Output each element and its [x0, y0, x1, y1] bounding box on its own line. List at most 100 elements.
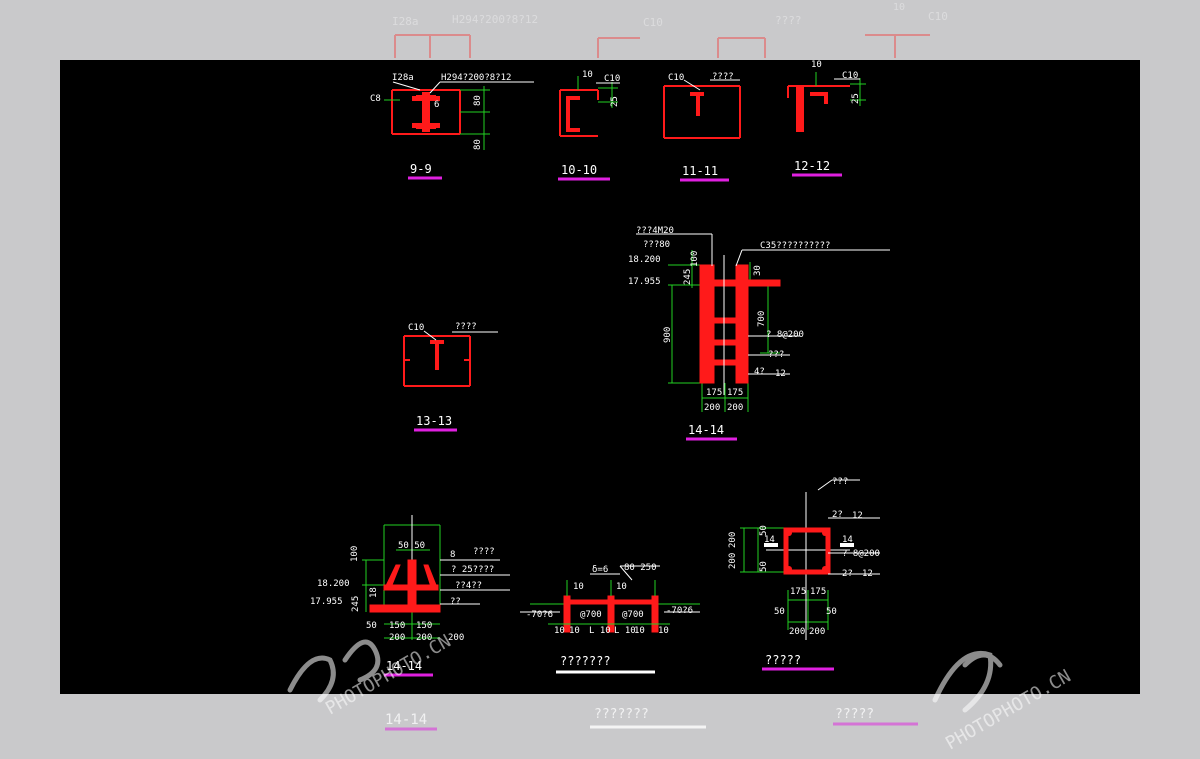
label-14b-d: ?? — [450, 597, 461, 607]
ghost-bottom-layer: 14-14 ??????? ????? — [385, 707, 918, 731]
ghost-label-a: I28a — [392, 15, 419, 28]
dim-14b-100: 100 — [350, 546, 360, 562]
plate-n3: 10 — [554, 626, 565, 636]
dim-14b-200c: 200 — [448, 633, 464, 643]
ghost-label-c: C10 — [643, 16, 663, 29]
label-13-a: C10 — [408, 323, 424, 333]
dim-14t-175b: 175 — [727, 388, 743, 398]
ghost-title-c: ????? — [835, 707, 874, 722]
label-14t-12: 12 — [775, 369, 786, 379]
dim-9-a: 80 — [473, 95, 483, 106]
plate-spacing-a: @700 — [580, 610, 602, 620]
label-14t-plate: ???80 — [643, 240, 670, 250]
ghost-label-f: C10 — [928, 10, 948, 23]
dim-14t-200b: 200 — [727, 403, 743, 413]
plate-member-b: -70?6 — [666, 606, 693, 616]
dim-9-b: 80 — [473, 139, 483, 150]
plate-dims: 80 250 — [624, 563, 657, 573]
label-12-a: 10 — [811, 60, 822, 70]
dim-14t-30: 30 — [753, 265, 763, 276]
col-dim-175b: 175 — [810, 587, 826, 597]
ghost-top-layer: I28a H294?200?8?12 C10 ???? 10 C10 — [392, 2, 948, 58]
label-9-d: 6 — [434, 100, 439, 110]
label-10-b: C10 — [604, 74, 620, 84]
label-10-a: 10 — [582, 70, 593, 80]
elev-14b-b: 17.955 — [310, 597, 343, 607]
title-10-10: 10-10 — [561, 163, 597, 177]
elev-14t-b: 17.955 — [628, 277, 661, 287]
elev-14t-a: 18.200 — [628, 255, 661, 265]
col-mark-14a: 14 — [764, 535, 775, 545]
label-9-c: C8 — [370, 94, 381, 104]
col-dim-50d: 50 — [826, 607, 837, 617]
dim-12-a: 25 — [851, 93, 861, 104]
ghost-label-e: 10 — [893, 2, 905, 13]
dim-14t-100: 100 — [690, 251, 700, 267]
ghost-title-a: 14-14 — [385, 712, 427, 728]
ghost-title-b: ??????? — [594, 707, 649, 722]
col-two-a: 2? — [832, 510, 843, 520]
dim-14b-5050: 50 50 — [398, 541, 425, 551]
plate-spacing-b: @700 — [622, 610, 644, 620]
plate-n2: 10 — [616, 582, 627, 592]
dim-14t-200a: 200 — [704, 403, 720, 413]
dim-14b-245: 245 — [351, 596, 361, 612]
dim-14t-900: 900 — [663, 327, 673, 343]
plate-n6: 10 — [658, 626, 669, 636]
label-14t-four: 4? — [754, 367, 765, 377]
col-dim-50c: 50 — [774, 607, 785, 617]
screenshot-stage: I28a H294?200?8?12 C10 ???? 10 C10 14-14… — [0, 0, 1200, 755]
dim-14b-200a: 200 — [389, 633, 405, 643]
dim-14b-150b: 150 — [416, 621, 432, 631]
ghost-label-b: H294?200?8?12 — [452, 13, 538, 26]
label-9-b: H294?200?8?12 — [441, 73, 511, 83]
plate-thickness: δ=6 — [592, 565, 608, 575]
col-dim-175a: 175 — [790, 587, 806, 597]
title-13-13: 13-13 — [416, 414, 452, 428]
col-mark-14b: 14 — [842, 535, 853, 545]
dim-14b-50: 50 — [366, 621, 377, 631]
label-14t-bolt: ???4M20 — [636, 226, 674, 236]
plate-angle-b: L 10 — [614, 626, 636, 636]
dim-14t-175a: 175 — [706, 388, 722, 398]
col-stirrup: ? 8@200 — [842, 549, 880, 559]
col-dim-200a: 200 — [728, 532, 738, 548]
col-dim-50b: 50 — [759, 561, 769, 572]
title-column: ????? — [765, 653, 801, 667]
col-12-a: 12 — [852, 511, 863, 521]
ghost-label-d: ???? — [775, 14, 802, 27]
col-12-b: 12 — [862, 569, 873, 579]
label-14b-a: ???? — [473, 547, 495, 557]
elev-14b-a: 18.200 — [317, 579, 350, 589]
dim-14b-18: 18 — [369, 587, 379, 598]
cad-canvas — [60, 60, 1140, 694]
col-dim-200d: 200 — [809, 627, 825, 637]
label-9-a: I28a — [392, 73, 414, 83]
plate-angle-a: L 10 — [589, 626, 611, 636]
label-11-a: C10 — [668, 73, 684, 83]
label-14t-concrete: C35?????????? — [760, 241, 830, 251]
dim-14t-700: 700 — [757, 311, 767, 327]
label-11-b: ???? — [712, 72, 734, 82]
label-12-b: C10 — [842, 71, 858, 81]
plate-n4: 10 — [569, 626, 580, 636]
dim-10-a: 25 — [610, 96, 620, 107]
title-plate: ??????? — [560, 654, 611, 668]
title-9-9: 9-9 — [410, 162, 432, 176]
label-14t-q: ??? — [768, 350, 784, 360]
col-dim-200b: 200 — [728, 553, 738, 569]
col-dim-200c: 200 — [789, 627, 805, 637]
col-label-a: ??? — [832, 477, 848, 487]
label-14b-c: ??4?? — [455, 581, 482, 591]
label-13-b: ???? — [455, 322, 477, 332]
label-14b-b: ? 25???? — [451, 565, 494, 575]
title-11-11: 11-11 — [682, 164, 718, 178]
dim-14t-245: 245 — [683, 269, 693, 285]
label-14t-stirrup: ? 8@200 — [766, 330, 804, 340]
cad-drawing: I28a H294?200?8?12 C10 ???? 10 C10 14-14… — [60, 2, 1140, 754]
dim-14b-150a: 150 — [389, 621, 405, 631]
col-two-b: 2? — [842, 569, 853, 579]
title-12-12: 12-12 — [794, 159, 830, 173]
plate-member-a: -70?6 — [526, 610, 553, 620]
dim-14b-8: 8 — [450, 550, 455, 560]
